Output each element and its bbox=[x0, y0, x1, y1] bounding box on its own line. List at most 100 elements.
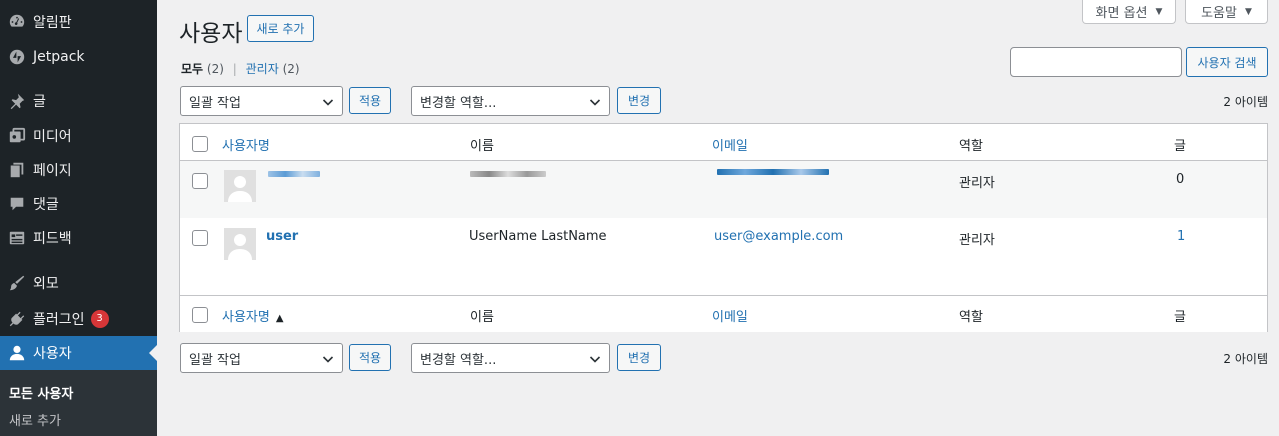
column-email-footer[interactable]: 이메일 bbox=[712, 306, 748, 325]
filter-administrator-count: (2) bbox=[282, 62, 300, 76]
column-email[interactable]: 이메일 bbox=[712, 135, 748, 154]
row-email[interactable]: user@example.com bbox=[714, 229, 843, 244]
plugin-update-badge: 3 bbox=[90, 310, 109, 328]
sidebar-item-label: 알림판 bbox=[33, 15, 72, 31]
column-role-footer: 역할 bbox=[959, 310, 983, 325]
sidebar-item-label: 피드백 bbox=[33, 231, 72, 247]
redacted-username[interactable] bbox=[268, 171, 320, 177]
filter-administrator[interactable]: 관리자 bbox=[246, 62, 279, 76]
column-name: 이름 bbox=[470, 139, 494, 154]
user-icon bbox=[7, 343, 27, 363]
row-checkbox[interactable] bbox=[192, 173, 208, 189]
comment-icon bbox=[7, 194, 27, 214]
sidebar-item-appearance[interactable]: 외모 bbox=[0, 266, 157, 300]
sidebar-item-comments[interactable]: 댓글 bbox=[0, 187, 157, 221]
sidebar-item-label: 외모 bbox=[33, 276, 59, 292]
table-row: 관리자 0 bbox=[180, 161, 1267, 218]
filter-all[interactable]: 모두 bbox=[181, 62, 203, 76]
dashboard-icon bbox=[7, 12, 27, 32]
sidebar-item-pages[interactable]: 페이지 bbox=[0, 153, 157, 187]
table-row: user UserName LastName user@example.com … bbox=[180, 218, 1267, 294]
row-posts[interactable]: 1 bbox=[1177, 229, 1185, 244]
sidebar-item-plugins[interactable]: 플러그인 3 bbox=[0, 302, 157, 336]
screen-options-button[interactable]: 화면 옵션 ▼ bbox=[1082, 0, 1176, 24]
filter-all-count: (2) bbox=[206, 62, 224, 76]
chevron-down-icon bbox=[589, 356, 601, 363]
submenu-add-new[interactable]: 새로 추가 bbox=[9, 410, 61, 429]
plugin-icon bbox=[7, 309, 27, 329]
column-posts: 글 bbox=[1174, 139, 1186, 154]
redacted-email[interactable] bbox=[717, 169, 829, 175]
items-count-top: 2 아이템 bbox=[1223, 95, 1268, 109]
items-count-bottom: 2 아이템 bbox=[1223, 352, 1268, 366]
avatar bbox=[224, 228, 256, 260]
sidebar-item-label: 사용자 bbox=[33, 346, 72, 362]
sidebar-item-dashboard[interactable]: 알림판 bbox=[0, 5, 157, 39]
admin-sidebar: 알림판 Jetpack 글 미디어 페이지 댓글 피드백 외모 플러그인 3 사… bbox=[0, 0, 157, 436]
bulk-action-value: 일괄 작업 bbox=[189, 95, 241, 111]
change-role-value: 변경할 역할... bbox=[420, 352, 497, 368]
feedback-icon bbox=[7, 228, 27, 248]
sidebar-item-label: 댓글 bbox=[33, 197, 59, 213]
change-role-button-top[interactable]: 변경 bbox=[617, 87, 661, 114]
select-all-checkbox[interactable] bbox=[192, 136, 208, 152]
chevron-down-icon bbox=[322, 99, 334, 106]
redacted-name bbox=[470, 171, 546, 177]
caret-down-icon: ▼ bbox=[1244, 6, 1252, 17]
row-name: UserName LastName bbox=[469, 229, 607, 244]
submenu-all-users[interactable]: 모든 사용자 bbox=[9, 383, 73, 402]
role-filter-links: 모두 (2) | 관리자 (2) bbox=[181, 60, 300, 77]
screen-options-label: 화면 옵션 bbox=[1095, 6, 1148, 21]
row-role: 관리자 bbox=[959, 176, 995, 191]
jetpack-icon bbox=[7, 47, 27, 67]
apply-button-bottom[interactable]: 적용 bbox=[349, 344, 391, 371]
table-header: 사용자명 이름 이메일 역할 글 bbox=[180, 124, 1267, 161]
media-icon bbox=[7, 126, 27, 146]
row-checkbox[interactable] bbox=[192, 230, 208, 246]
column-posts-footer: 글 bbox=[1174, 310, 1186, 325]
help-label: 도움말 bbox=[1201, 6, 1237, 21]
user-search-input[interactable] bbox=[1010, 47, 1182, 77]
sidebar-item-label: 미디어 bbox=[33, 129, 72, 145]
column-name-footer: 이름 bbox=[470, 310, 494, 325]
select-all-checkbox-footer[interactable] bbox=[192, 307, 208, 323]
table-footer: 사용자명 ▲ 이름 이메일 역할 글 bbox=[180, 295, 1267, 332]
sidebar-item-media[interactable]: 미디어 bbox=[0, 119, 157, 153]
page-title: 사용자 bbox=[179, 21, 243, 47]
column-username[interactable]: 사용자명 bbox=[222, 135, 270, 154]
caret-down-icon: ▼ bbox=[1155, 6, 1163, 17]
help-button[interactable]: 도움말 ▼ bbox=[1185, 0, 1268, 24]
row-username[interactable]: user bbox=[266, 229, 298, 244]
search-users-button[interactable]: 사용자 검색 bbox=[1186, 47, 1268, 77]
change-role-select-top[interactable]: 변경할 역할... bbox=[411, 86, 610, 116]
column-username-footer-label: 사용자명 bbox=[222, 310, 270, 325]
pin-icon bbox=[7, 91, 27, 111]
bulk-action-select-top[interactable]: 일괄 작업 bbox=[180, 86, 343, 116]
users-table: 사용자명 이름 이메일 역할 글 관리자 0 user UserName Las… bbox=[179, 123, 1268, 332]
apply-button-top[interactable]: 적용 bbox=[349, 87, 391, 114]
change-role-select-bottom[interactable]: 변경할 역할... bbox=[411, 343, 610, 373]
column-role: 역할 bbox=[959, 139, 983, 154]
avatar bbox=[224, 170, 256, 202]
add-new-user-button[interactable]: 새로 추가 bbox=[247, 15, 314, 42]
column-username-footer[interactable]: 사용자명 ▲ bbox=[222, 306, 284, 325]
sidebar-item-label: 페이지 bbox=[33, 163, 72, 179]
change-role-button-bottom[interactable]: 변경 bbox=[617, 344, 661, 371]
change-role-value: 변경할 역할... bbox=[420, 95, 497, 111]
bulk-action-select-bottom[interactable]: 일괄 작업 bbox=[180, 343, 343, 373]
filter-separator: | bbox=[232, 62, 237, 76]
appearance-brush-icon bbox=[7, 273, 27, 293]
sidebar-item-label: 플러그인 bbox=[33, 312, 85, 328]
sidebar-item-label: Jetpack bbox=[33, 49, 85, 65]
sidebar-item-feedback[interactable]: 피드백 bbox=[0, 221, 157, 255]
sidebar-item-posts[interactable]: 글 bbox=[0, 84, 157, 118]
sidebar-item-users[interactable]: 사용자 bbox=[0, 336, 157, 370]
sidebar-item-jetpack[interactable]: Jetpack bbox=[0, 40, 157, 74]
users-submenu: 모든 사용자 새로 추가 bbox=[0, 370, 157, 436]
row-role: 관리자 bbox=[959, 233, 995, 248]
row-posts: 0 bbox=[1176, 172, 1185, 187]
chevron-down-icon bbox=[322, 356, 334, 363]
chevron-down-icon bbox=[589, 99, 601, 106]
page-icon bbox=[7, 160, 27, 180]
bulk-action-value: 일괄 작업 bbox=[189, 352, 241, 368]
